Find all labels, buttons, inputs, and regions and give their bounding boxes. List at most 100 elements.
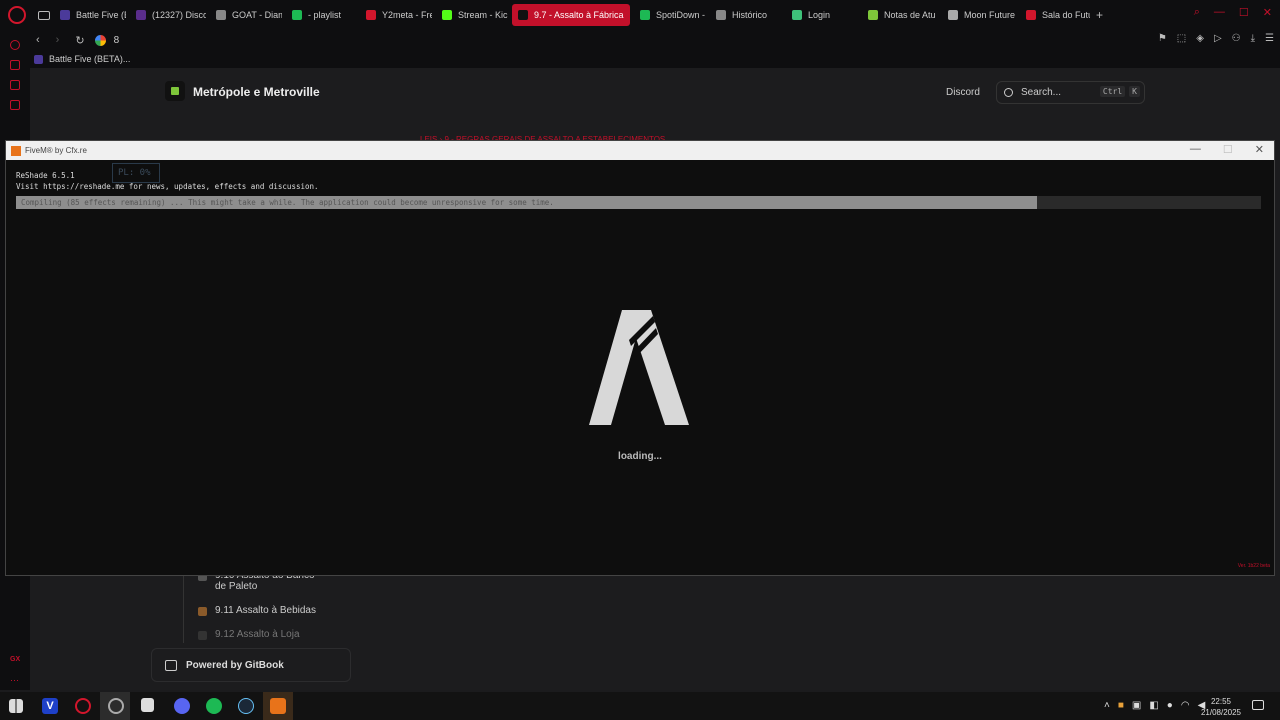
kbd-ctrl: Ctrl	[1099, 86, 1126, 97]
more-icon[interactable]: ⋯	[10, 675, 19, 686]
browser-tab[interactable]: Login	[786, 4, 858, 26]
gx-control-icon[interactable]: GX	[10, 656, 20, 663]
gitbook-icon	[165, 659, 177, 671]
bookmark-item[interactable]: Battle Five (BETA)...	[49, 54, 130, 64]
discord-link[interactable]: Discord	[946, 87, 980, 98]
clock-date: 21/08/2025	[1200, 708, 1242, 717]
steam-icon[interactable]	[238, 698, 254, 714]
fivem-taskbar-icon[interactable]	[270, 698, 286, 714]
browser-tab[interactable]: Histórico	[710, 4, 782, 26]
tab-favicon	[60, 10, 70, 20]
tray-app-icon[interactable]: ▣	[1132, 700, 1141, 711]
search-tabs-icon[interactable]: ⌕	[1194, 6, 1200, 19]
sidebar-item-9-12[interactable]: 9.12 Assalto à Loja	[198, 629, 318, 640]
address-actions: ⚑ ⬚ ◈ ▷ ⚇ ⤓ ☰	[1158, 33, 1274, 44]
browser-tab[interactable]: Battle Five (B	[54, 4, 126, 26]
tab-favicon	[292, 10, 302, 20]
clock[interactable]: 22:55 21/08/2025	[1198, 696, 1244, 718]
browser-tab[interactable]: GOAT - Diam	[210, 4, 282, 26]
new-tab-button[interactable]: +	[1096, 8, 1103, 22]
fivem-window[interactable]: FiveM® by Cfx.re — ☐ ✕ PL: 0% ReShade 6.…	[5, 140, 1275, 576]
tab-label: SpotiDown -	[656, 10, 706, 20]
tab-label: Notas de Atu	[884, 10, 936, 20]
tray-app-icon[interactable]: ◧	[1149, 700, 1158, 711]
snapshot-icon[interactable]: ⬚	[1177, 33, 1186, 44]
system-tray: ˄ ■ ▣ ◧ ● ◠ ◀	[1104, 700, 1205, 711]
forward-icon[interactable]: ›	[56, 34, 60, 46]
browser-tab[interactable]: Y2meta - Fre	[360, 4, 432, 26]
search-shortcut: Ctrl K	[1099, 86, 1140, 97]
browser-tab[interactable]: Moon Future	[942, 4, 1016, 26]
opera-sidebar-icon[interactable]	[10, 40, 20, 50]
browser-tab[interactable]: SpotiDown -	[634, 4, 706, 26]
tab-favicon	[716, 10, 726, 20]
browser-tabbar: Battle Five (B (12327) Disco GOAT - Diam - …	[0, 0, 1280, 30]
obs-icon[interactable]	[108, 698, 124, 714]
bookmark-icon[interactable]: ⚑	[1158, 33, 1167, 44]
browser-tab[interactable]: Stream - Kick	[436, 4, 508, 26]
window-controls: ⌕ — ☐ ✕	[1194, 6, 1272, 19]
browser-tab[interactable]: Sala do Futur	[1020, 4, 1090, 26]
spotify-icon[interactable]	[206, 698, 222, 714]
reshade-visit: Visit https://reshade.me for news, updat…	[16, 182, 319, 191]
close-icon[interactable]: ✕	[1263, 6, 1272, 19]
notification-icon[interactable]	[1252, 700, 1264, 710]
close-icon[interactable]: ✕	[1255, 143, 1264, 156]
wifi-icon[interactable]: ◠	[1181, 700, 1190, 711]
profile-icon[interactable]: ⚇	[1232, 33, 1241, 44]
discord-icon[interactable]	[174, 698, 190, 714]
opera-gx-icon[interactable]	[75, 698, 91, 714]
opera-menu-icon[interactable]	[8, 6, 26, 24]
tab-favicon	[1026, 10, 1036, 20]
tab-overview-icon[interactable]	[38, 10, 50, 20]
tab-label: - playlist	[308, 10, 342, 20]
easy-setup-icon[interactable]: ☰	[1265, 33, 1274, 44]
sidebar-item-9-11[interactable]: 9.11 Assalto à Bebidas	[198, 605, 318, 616]
search-icon	[1004, 88, 1013, 97]
maximize-icon[interactable]: ☐	[1223, 143, 1233, 156]
bookmarks-bar: Battle Five (BETA)...	[30, 50, 1280, 68]
start-icon[interactable]	[9, 699, 23, 713]
messenger-icon[interactable]	[10, 80, 20, 90]
address-bar: ‹ › ↻ 8 ⚑ ⬚ ◈ ▷ ⚇ ⤓ ☰	[30, 30, 1280, 50]
news-icon[interactable]	[10, 100, 20, 110]
adblock-icon[interactable]: ◈	[1196, 33, 1204, 44]
tab-favicon	[136, 10, 146, 20]
tray-expand-icon[interactable]: ˄	[1104, 700, 1110, 711]
browser-tab[interactable]: - playlist	[286, 4, 356, 26]
back-icon[interactable]: ‹	[36, 34, 40, 46]
search-placeholder: Search...	[1021, 87, 1062, 98]
powered-by-gitbook[interactable]: Powered by GitBook	[151, 648, 351, 682]
maximize-icon[interactable]: ☐	[1239, 6, 1249, 19]
reload-icon[interactable]: ↻	[75, 34, 84, 47]
tab-favicon	[948, 10, 958, 20]
address-input[interactable]: 8	[114, 35, 120, 46]
fivem-app-icon	[11, 145, 21, 156]
notepad-icon[interactable]	[141, 698, 154, 712]
minimize-icon[interactable]: —	[1190, 143, 1201, 156]
tab-label: (12327) Disco	[152, 10, 206, 20]
microphone-icon[interactable]: ●	[1167, 700, 1173, 711]
tray-app-icon[interactable]: ■	[1118, 700, 1124, 711]
tab-label: GOAT - Diam	[232, 10, 282, 20]
page-icon	[198, 631, 207, 640]
player-icon[interactable]: ▷	[1214, 33, 1222, 44]
site-title[interactable]: Metrópole e Metroville	[193, 85, 320, 99]
browser-tab[interactable]: Notas de Atu	[862, 4, 938, 26]
browser-tab[interactable]: (12327) Disco	[130, 4, 206, 26]
tab-label: Moon Future	[964, 10, 1016, 20]
search-input[interactable]: Search... Ctrl K	[996, 81, 1145, 104]
fivem-window-controls: — ☐ ✕	[1190, 143, 1264, 156]
tab-label: Y2meta - Fre	[382, 10, 432, 20]
minimize-icon[interactable]: —	[1214, 6, 1225, 19]
site-logo[interactable]	[165, 81, 185, 101]
download-icon[interactable]: ⤓	[1251, 33, 1255, 44]
tab-label: Battle Five (B	[76, 10, 126, 20]
powered-by-label: Powered by GitBook	[186, 659, 284, 671]
fivem-logo	[589, 310, 689, 425]
gx-corner-icon[interactable]	[10, 60, 20, 70]
fivem-titlebar[interactable]: FiveM® by Cfx.re — ☐ ✕	[6, 141, 1274, 160]
vegas-icon[interactable]: V	[42, 698, 58, 714]
browser-tab[interactable]: 9.7 - Assalto à Fábrica	[512, 4, 630, 26]
tab-strip: Battle Five (B (12327) Disco GOAT - Diam - …	[50, 4, 1090, 26]
